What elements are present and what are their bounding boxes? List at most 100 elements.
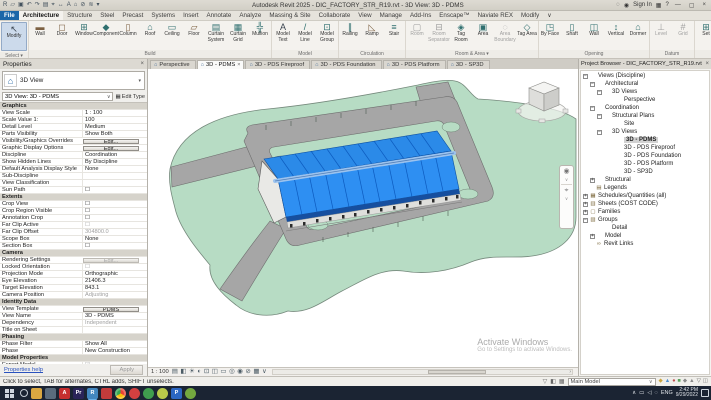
ribbon-button[interactable]: ▭ Ceiling — [161, 21, 183, 38]
close-icon[interactable]: × — [703, 61, 709, 67]
property-value[interactable]: ☐ — [82, 222, 147, 228]
view-control-icon[interactable]: ◫ — [212, 368, 218, 376]
qat-icon[interactable]: ⊘ — [80, 1, 85, 10]
tree-expander[interactable] — [589, 186, 594, 191]
ribbon-button[interactable]: ↖ Modify — [1, 22, 27, 51]
ribbon-tab[interactable]: Analyze — [235, 11, 265, 20]
tree-expander[interactable] — [609, 98, 614, 103]
property-row[interactable]: Far Clip Offset 304800.0 — [0, 229, 147, 236]
ribbon-tab[interactable]: Insert — [179, 11, 202, 20]
ribbon-tab[interactable]: Collaborate — [315, 11, 355, 20]
tree-item[interactable]: + Structural — [581, 176, 709, 184]
tree-item[interactable]: + Model — [581, 232, 709, 240]
property-value[interactable]: New Construction — [82, 348, 147, 354]
chevron-down-icon[interactable]: ∨ — [565, 196, 568, 201]
property-value[interactable]: Adjusting — [82, 292, 147, 298]
property-value[interactable]: PDMS — [83, 307, 139, 312]
property-value[interactable]: Edit... — [83, 146, 139, 151]
taskbar-app[interactable]: A — [59, 388, 70, 399]
qat-icon[interactable]: ↔ — [58, 1, 64, 10]
scroll-right-icon[interactable]: › — [569, 370, 571, 375]
property-row[interactable]: Show Hidden Lines By Discipline — [0, 159, 147, 166]
clock[interactable]: 2:42 PM 9/29/2022 — [676, 388, 698, 399]
close-icon[interactable]: × — [237, 61, 240, 69]
property-row[interactable]: Title on Sheet — [0, 327, 147, 334]
property-row[interactable]: Annotation Crop ☐ — [0, 215, 147, 222]
qat-icon[interactable]: ↷ — [35, 1, 40, 10]
ribbon-tab[interactable]: Enscape™ — [435, 11, 473, 20]
view-control-icon[interactable]: ◉ — [237, 368, 243, 376]
ribbon-button[interactable]: ⊟ Room Separator — [428, 21, 450, 43]
property-value[interactable]: ☐ — [82, 201, 147, 207]
status-icon[interactable]: ▲ — [689, 378, 694, 385]
cart-icon[interactable]: ▦ — [656, 2, 662, 9]
qat-icon[interactable]: ≋ — [88, 1, 93, 10]
property-row[interactable]: Phase New Construction — [0, 348, 147, 355]
status-icon[interactable]: ■ — [678, 378, 681, 385]
scrollbar-thumb[interactable] — [428, 370, 486, 374]
ribbon-button[interactable]: ╬ Mullion — [249, 21, 271, 38]
taskbar-app[interactable] — [31, 388, 42, 399]
property-row[interactable]: Sun Path ☐ — [0, 187, 147, 194]
ribbon-button[interactable]: ▯ Column — [117, 21, 139, 38]
taskbar-app[interactable]: P — [171, 388, 182, 399]
ribbon-button[interactable]: # Grid — [672, 21, 694, 38]
help-icon[interactable]: ? — [665, 2, 668, 8]
property-row[interactable]: Projection Mode Orthographic — [0, 271, 147, 278]
apply-button[interactable]: Apply — [110, 365, 143, 375]
instance-selector[interactable]: 3D View: 3D - PDMS ∨ — [2, 92, 113, 101]
taskbar-app[interactable] — [129, 388, 140, 399]
view-tab[interactable]: ⌂ Perspective — [150, 60, 196, 69]
ribbon-button[interactable]: ⊞ Set — [695, 21, 711, 38]
tree-item[interactable]: − 3D Views — [581, 88, 709, 96]
property-value[interactable]: Show All — [82, 341, 147, 347]
tree-item[interactable]: + ▢ Families — [581, 208, 709, 216]
property-value[interactable]: Coordination — [82, 152, 147, 158]
language-indicator[interactable]: ENG — [661, 390, 673, 396]
property-value[interactable]: ☐ — [82, 208, 147, 214]
worksets-icon[interactable]: ▦ — [559, 378, 565, 385]
qat-icon[interactable]: ▣ — [18, 1, 24, 10]
property-row[interactable]: Section Box ☐ — [0, 243, 147, 250]
property-row[interactable]: Locked Orientation ☐ — [0, 264, 147, 271]
view-tab[interactable]: ⌂ 3D - PDS Fireproof — [245, 60, 310, 69]
zoom-icon[interactable]: ⌖ — [565, 187, 569, 195]
view-control-icon[interactable]: ▦ — [253, 368, 259, 376]
ribbon-tab[interactable]: Naviate REX — [474, 11, 517, 20]
tree-expander[interactable]: − — [583, 218, 588, 223]
tree-item[interactable]: 3D - SP3D — [581, 168, 709, 176]
tree-expander[interactable]: + — [583, 194, 588, 199]
ribbon-button[interactable]: ▬ Wall — [29, 21, 51, 38]
editable-only-icon[interactable]: ◧ — [550, 378, 556, 385]
ribbon-button[interactable]: ◻ Door — [51, 21, 73, 38]
tree-expander[interactable]: − — [590, 106, 595, 111]
taskbar-app[interactable]: R — [87, 388, 98, 399]
property-row[interactable]: Crop View ☐ — [0, 201, 147, 208]
status-icon[interactable]: ▽ — [697, 378, 701, 385]
property-row[interactable]: Identity Data — [0, 299, 147, 306]
tree-item[interactable]: ∞ Revit Links — [581, 240, 709, 248]
status-icon[interactable]: ◫ — [703, 378, 708, 385]
tree-expander[interactable]: − — [597, 130, 602, 135]
property-value[interactable]: 843.1 — [82, 285, 147, 291]
ribbon-tab[interactable]: Add-Ins — [406, 11, 435, 20]
property-value[interactable]: None — [82, 166, 147, 172]
type-selector[interactable]: ⌂ 3D View ▾ — [2, 71, 145, 90]
qat-icon[interactable]: ▱ — [10, 1, 15, 10]
tree-item[interactable]: Site — [581, 120, 709, 128]
taskbar-app[interactable] — [101, 388, 112, 399]
ribbon-button[interactable]: ⊞ Window — [73, 21, 95, 38]
tree-expander[interactable]: + — [590, 234, 595, 239]
property-row[interactable]: Camera — [0, 250, 147, 257]
ribbon-button[interactable]: ⌂ Dormer — [627, 21, 649, 38]
ribbon-button[interactable]: ∥ Railing — [339, 21, 361, 38]
tree-expander[interactable]: − — [590, 82, 595, 87]
property-value[interactable]: Medium — [82, 124, 147, 130]
view-control-icon[interactable]: ⊘ — [245, 368, 250, 376]
tree-item[interactable]: ▤ Legends — [581, 184, 709, 192]
ribbon-button[interactable]: ⊡ Model Group — [316, 21, 338, 43]
tree-item[interactable]: − Structural Plans — [581, 112, 709, 120]
tree-expander[interactable]: − — [583, 74, 588, 79]
property-row[interactable]: Detail Level Medium — [0, 124, 147, 131]
ribbon-tab[interactable]: Annotate — [203, 11, 236, 20]
